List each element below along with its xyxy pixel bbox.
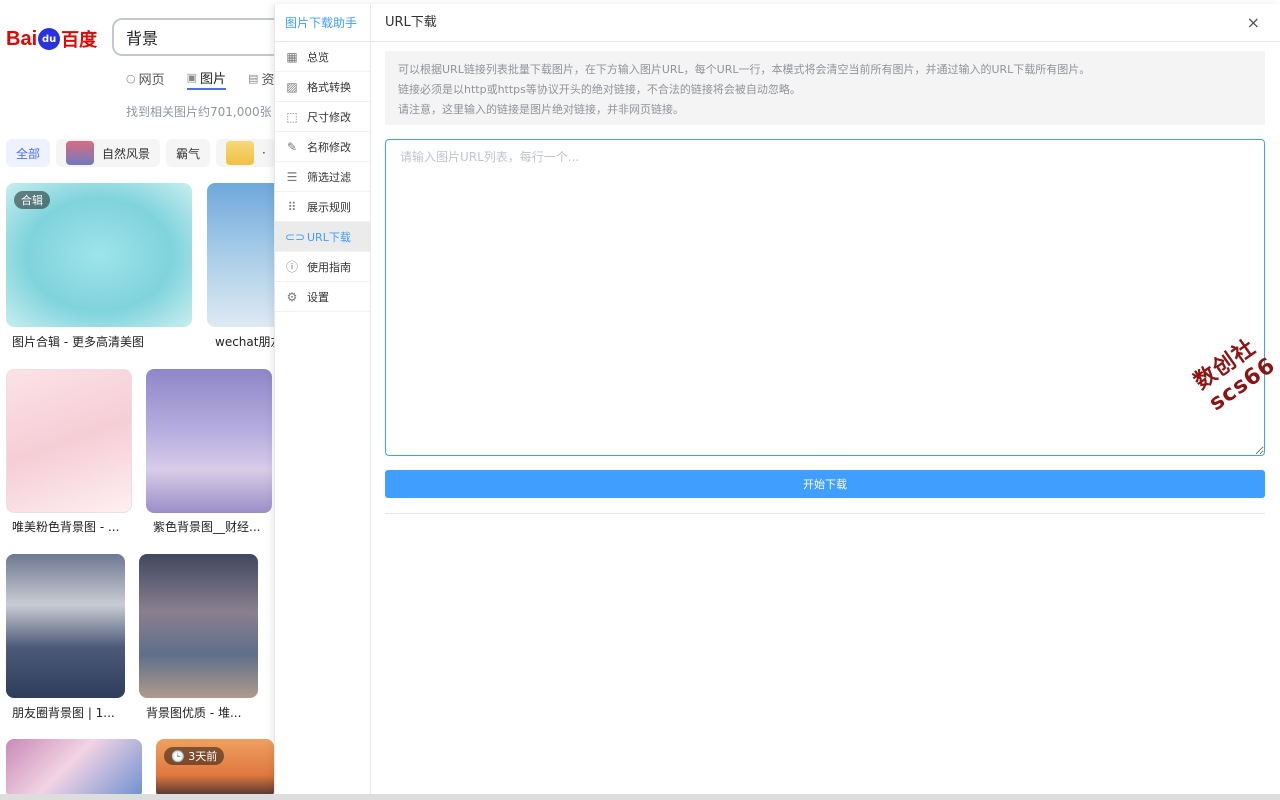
sidebar-item-label: URL下载 — [307, 230, 351, 244]
image-caption[interactable]: wechat朋友 — [215, 333, 282, 350]
collection-badge: 合辑 — [14, 191, 50, 209]
sidebar-item-8[interactable]: ⓘ 使用指南 — [275, 252, 370, 282]
image-caption[interactable]: 背景图优质 - 堆... — [146, 704, 241, 721]
notice-line: 可以根据URL链接列表批量下载图片，在下方输入图片URL，每个URL一行，本模式… — [398, 63, 1091, 76]
sidebar-menu: ▦ 总览 ▨ 格式转换 ⬚ 尺寸修改 ✎ 名称修改 ☰ 筛选过滤 ⠿ 展示规则 ⊂⊃ URL下载 ⓘ 使用指南… — [275, 42, 370, 312]
sidebar-item-label: 筛选过滤 — [307, 170, 351, 184]
sidebar-item-9[interactable]: ⚙ 设置 — [275, 282, 370, 312]
filter-chips: 全部 自然风景 霸气 · — [6, 139, 276, 167]
info-notice: 可以根据URL链接列表批量下载图片，在下方输入图片URL，每个URL一行，本模式… — [385, 51, 1265, 125]
baidu-logo[interactable]: Bai du 百度 — [6, 24, 97, 54]
divider — [385, 513, 1265, 514]
main-content: URL下载 × 可以根据URL链接列表批量下载图片，在下方输入图片URL，每个U… — [371, 4, 1280, 794]
sidebar-item-3[interactable]: ⬚ 尺寸修改 — [275, 102, 370, 132]
sidebar-item-label: 设置 — [307, 290, 329, 304]
sidebar-item-1[interactable]: ▦ 总览 — [275, 42, 370, 72]
grid-icon: ▦ — [286, 49, 298, 64]
sidebar-title: 图片下载助手 — [275, 4, 370, 42]
notice-line: 链接必须是以http或https等协议开头的绝对链接，不合法的链接将会被自动忽略… — [398, 83, 801, 96]
chip-more[interactable]: · — [216, 139, 276, 167]
chip-label: 全部 — [16, 146, 41, 161]
chip-label: 霸气 — [176, 146, 201, 161]
image-icon: ▣ — [186, 70, 198, 84]
sidebar-item-label: 名称修改 — [307, 140, 351, 154]
sidebar-item-label: 尺寸修改 — [307, 110, 351, 124]
tab-label: 图片 — [200, 71, 227, 87]
image-download-helper-panel: 图片下载助手 ▦ 总览 ▨ 格式转换 ⬚ 尺寸修改 ✎ 名称修改 ☰ 筛选过滤 ⠿ 展示规则 ⊂⊃ URL… — [274, 4, 1280, 794]
page-title: URL下载 — [385, 15, 437, 30]
doc-icon: ▤ — [248, 71, 259, 85]
sidebar-item-label: 展示规则 — [307, 200, 351, 214]
sidebar-item-6[interactable]: ⠿ 展示规则 — [275, 192, 370, 222]
info-icon: ⓘ — [285, 260, 298, 274]
sidebar-item-4[interactable]: ✎ 名称修改 — [275, 132, 370, 162]
image-caption[interactable]: 唯美粉色背景图 - ... — [12, 518, 119, 535]
search-tabs: ○ 网页 ▣ 图片 ▤ 资 — [126, 66, 274, 90]
logo-text-bai: Bai — [6, 27, 38, 50]
search-query: 背景 — [126, 29, 159, 48]
url-list-textarea[interactable] — [385, 139, 1265, 456]
sidebar-item-7[interactable]: ⊂⊃ URL下载 — [275, 222, 370, 252]
page-header: URL下载 × — [371, 4, 1280, 42]
tab-label: 网页 — [138, 72, 165, 88]
image-result[interactable] — [6, 739, 142, 799]
badge-text: 3天前 — [188, 750, 218, 763]
notice-line: 请注意，这里输入的链接是图片绝对链接，并非网页链接。 — [398, 103, 684, 116]
image-icon: ▨ — [286, 79, 298, 94]
image-caption[interactable]: 紫色背景图__财经... — [153, 518, 260, 535]
sidebar-item-2[interactable]: ▨ 格式转换 — [275, 72, 370, 102]
image-result[interactable] — [139, 554, 258, 698]
image-result[interactable] — [146, 369, 272, 513]
image-caption[interactable]: 朋友圈背景图 | 1... — [12, 704, 115, 721]
image-result[interactable]: 合辑 — [6, 183, 192, 327]
close-icon[interactable]: × — [1247, 4, 1260, 42]
tab-info[interactable]: ▤ 资 — [248, 66, 274, 90]
result-count: 找到相关图片约701,000张 — [126, 105, 272, 119]
chip-label: · — [262, 146, 266, 160]
search-icon: ○ — [126, 71, 136, 85]
filter-icon: ☰ — [286, 169, 298, 184]
logo-text-cn: 百度 — [61, 30, 98, 51]
link-icon: ⊂⊃ — [285, 229, 306, 244]
chip-thumbnail — [66, 141, 95, 165]
image-caption[interactable]: 图片合辑 - 更多高清美图 — [12, 333, 144, 350]
chip-label: 自然风景 — [102, 146, 151, 161]
image-result[interactable] — [6, 369, 132, 513]
sidebar-item-label: 使用指南 — [307, 260, 351, 274]
chip-all[interactable]: 全部 — [6, 139, 51, 167]
sidebar-item-label: 总览 — [307, 50, 329, 64]
horizontal-scrollbar[interactable] — [0, 794, 1280, 800]
chip-thumbnail — [226, 141, 255, 165]
sidebar: 图片下载助手 ▦ 总览 ▨ 格式转换 ⬚ 尺寸修改 ✎ 名称修改 ☰ 筛选过滤 ⠿ 展示规则 ⊂⊃ URL… — [275, 4, 371, 794]
image-result[interactable] — [6, 554, 125, 698]
crop-icon: ⬚ — [286, 109, 298, 124]
time-badge: 🕒 3天前 — [164, 747, 225, 765]
edit-icon: ✎ — [286, 139, 298, 154]
start-download-button[interactable]: 开始下载 — [385, 470, 1265, 498]
image-result[interactable]: 🕒 3天前 — [156, 739, 274, 799]
apps-icon: ⠿ — [287, 199, 297, 214]
gear-icon: ⚙ — [286, 289, 298, 304]
chip-bold[interactable]: 霸气 — [166, 139, 211, 167]
tab-images[interactable]: ▣ 图片 — [186, 66, 227, 90]
tab-label: 资 — [261, 72, 275, 88]
sidebar-item-5[interactable]: ☰ 筛选过滤 — [275, 162, 370, 192]
tab-web[interactable]: ○ 网页 — [126, 66, 165, 90]
sidebar-item-label: 格式转换 — [307, 80, 351, 94]
chip-nature[interactable]: 自然风景 — [56, 139, 161, 167]
paw-icon: du — [38, 28, 61, 50]
